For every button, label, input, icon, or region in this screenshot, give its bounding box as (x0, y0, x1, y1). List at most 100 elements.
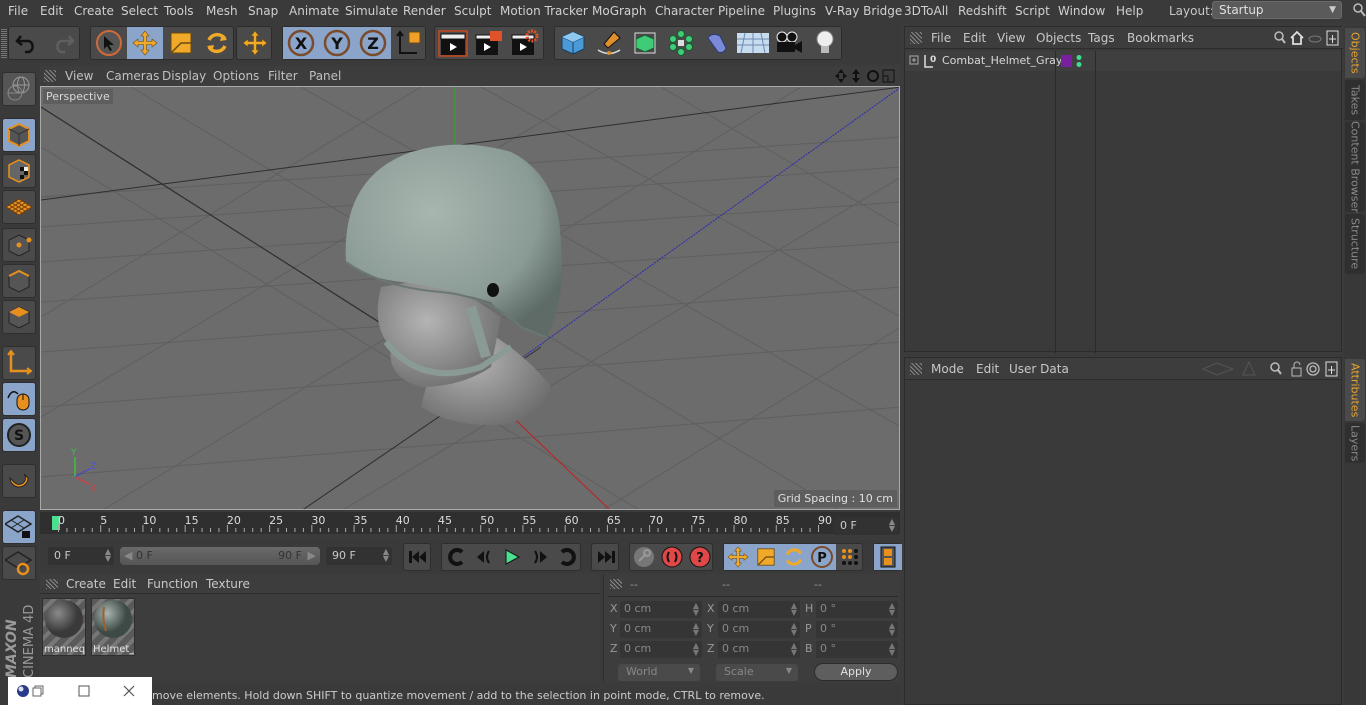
restore-icon[interactable] (32, 685, 44, 697)
tab-objects[interactable]: Objects (1345, 28, 1365, 78)
solo-button[interactable]: S (2, 418, 36, 452)
spinner-icon[interactable]: ▲ ▼ (889, 602, 895, 617)
object-menu-bookmarks[interactable]: Bookmarks (1127, 31, 1194, 45)
menu-sculpt[interactable]: Sculpt (454, 4, 491, 18)
toolbar-grip[interactable] (1, 28, 7, 58)
y-axis-lock-button[interactable]: Y (319, 27, 355, 59)
menu-snap[interactable]: Snap (248, 4, 278, 18)
position-y-field[interactable]: 0 cm ▲ ▼ (620, 621, 702, 638)
rotation-p-field[interactable]: 0 ° ▲ ▼ (816, 621, 898, 638)
go-to-end-button[interactable] (592, 544, 620, 570)
subdivision-surface-button[interactable] (627, 27, 663, 59)
object-menu-objects[interactable]: Objects (1036, 31, 1081, 45)
spinner-icon[interactable]: ▲ ▼ (105, 548, 111, 563)
pen-spline-button[interactable] (591, 27, 627, 59)
make-editable-button[interactable] (2, 72, 36, 106)
spinner-icon[interactable]: ▲ ▼ (791, 622, 797, 637)
viewport-menu-panel[interactable]: Panel (309, 69, 341, 83)
size-z-field[interactable]: 0 cm ▲ ▼ (718, 641, 800, 658)
record-keys-button[interactable] (630, 544, 658, 570)
render-to-picture-viewer-button[interactable] (471, 27, 507, 59)
object-row[interactable]: 0 Combat_Helmet_Gray (905, 51, 1341, 353)
rotation-key-button[interactable] (780, 544, 808, 570)
tweak-mode-button[interactable] (2, 382, 36, 416)
viewport-menu-filter[interactable]: Filter (268, 69, 298, 83)
object-menu-edit[interactable]: Edit (963, 31, 986, 45)
spinner-icon[interactable]: ▲ ▼ (693, 642, 699, 657)
menu-mograph[interactable]: MoGraph (592, 4, 647, 18)
rotate-tool-button[interactable] (199, 27, 235, 59)
pan-icon[interactable] (835, 69, 847, 83)
timeline-window-button[interactable] (874, 544, 902, 570)
menu-script[interactable]: Script (1015, 4, 1050, 18)
z-axis-lock-button[interactable]: Z (355, 27, 391, 59)
menu-select[interactable]: Select (121, 4, 158, 18)
workplane-mode-button[interactable] (2, 190, 36, 224)
lock-workplane-button[interactable] (2, 510, 36, 544)
rotation-h-field[interactable]: 0 ° ▲ ▼ (816, 601, 898, 618)
planar-workplane-button[interactable] (2, 546, 36, 580)
size-x-field[interactable]: 0 cm ▲ ▼ (718, 601, 800, 618)
menu-edit[interactable]: Edit (40, 4, 63, 18)
position-z-field[interactable]: 0 cm ▲ ▼ (620, 641, 702, 658)
size-y-field[interactable]: 0 cm ▲ ▼ (718, 621, 800, 638)
layout-select[interactable]: Startup ▼ (1212, 1, 1342, 19)
floor-button[interactable] (735, 27, 771, 59)
material-menu-edit[interactable]: Edit (113, 577, 136, 591)
viewport-menu-options[interactable]: Options (213, 69, 259, 83)
camera-label[interactable]: Perspective (43, 89, 113, 104)
select-tool-button[interactable] (91, 27, 127, 59)
attribute-menu-mode[interactable]: Mode (931, 362, 964, 376)
spinner-icon[interactable]: ▲ ▼ (791, 602, 797, 617)
menu-redshift[interactable]: Redshift (958, 4, 1007, 18)
menu-file[interactable]: File (8, 4, 28, 18)
coordinates-grip[interactable] (610, 579, 622, 589)
back-arrow-icon[interactable] (1201, 362, 1235, 376)
snap-button[interactable] (2, 464, 36, 498)
object-menu-file[interactable]: File (931, 31, 951, 45)
next-key-button[interactable] (554, 544, 582, 570)
attribute-menu-edit[interactable]: Edit (976, 362, 999, 376)
size-mode-select[interactable]: Scale ▼ (716, 664, 798, 681)
close-icon[interactable] (123, 685, 135, 697)
menu-animate[interactable]: Animate (289, 4, 339, 18)
point-level-key-button[interactable] (836, 544, 864, 570)
next-frame-button[interactable] (526, 544, 554, 570)
parameter-key-button[interactable]: P (808, 544, 836, 570)
keyframe-selection-button[interactable]: ? (686, 544, 714, 570)
edges-mode-button[interactable] (2, 264, 36, 298)
visibility-dots-icon[interactable] (1075, 54, 1083, 68)
scale-key-button[interactable] (752, 544, 780, 570)
redo-button[interactable] (45, 27, 81, 59)
orbit-icon[interactable] (867, 70, 879, 82)
range-right-arrow-icon[interactable]: ▶ (308, 549, 316, 562)
viewport-grip[interactable] (44, 70, 56, 82)
previous-frame-button[interactable] (470, 544, 498, 570)
light-button[interactable] (807, 27, 843, 59)
material-menu-texture[interactable]: Texture (206, 577, 250, 591)
dolly-icon[interactable] (852, 69, 860, 83)
spinner-icon[interactable]: ▲ ▼ (889, 622, 895, 637)
position-x-field[interactable]: 0 cm ▲ ▼ (620, 601, 702, 618)
viewport-menu-cameras[interactable]: Cameras (106, 69, 159, 83)
polygons-mode-button[interactable] (2, 300, 36, 334)
undo-button[interactable] (9, 27, 45, 59)
viewport-menu-display[interactable]: Display (162, 69, 206, 83)
viewport-menu-view[interactable]: View (65, 69, 93, 83)
model-mode-button[interactable] (2, 118, 36, 152)
material-menu-create[interactable]: Create (66, 577, 106, 591)
menu-mesh[interactable]: Mesh (206, 4, 238, 18)
target-icon[interactable] (1306, 362, 1320, 376)
render-view-button[interactable] (435, 27, 471, 59)
end-frame-field[interactable]: 90 F ▲ ▼ (326, 547, 392, 565)
texture-mode-button[interactable] (2, 154, 36, 188)
tab-takes[interactable]: Takes (1345, 80, 1365, 120)
menu-render[interactable]: Render (403, 4, 446, 18)
spinner-icon[interactable]: ▲ ▼ (693, 602, 699, 617)
menu-pipeline[interactable]: Pipeline (718, 4, 765, 18)
spinner-icon[interactable]: ▲ ▼ (383, 548, 389, 563)
search-icon[interactable] (1352, 2, 1366, 18)
transform-tool-button[interactable] (237, 27, 273, 59)
object-menu-tags[interactable]: Tags (1088, 31, 1115, 45)
menu-tools[interactable]: Tools (164, 4, 194, 18)
